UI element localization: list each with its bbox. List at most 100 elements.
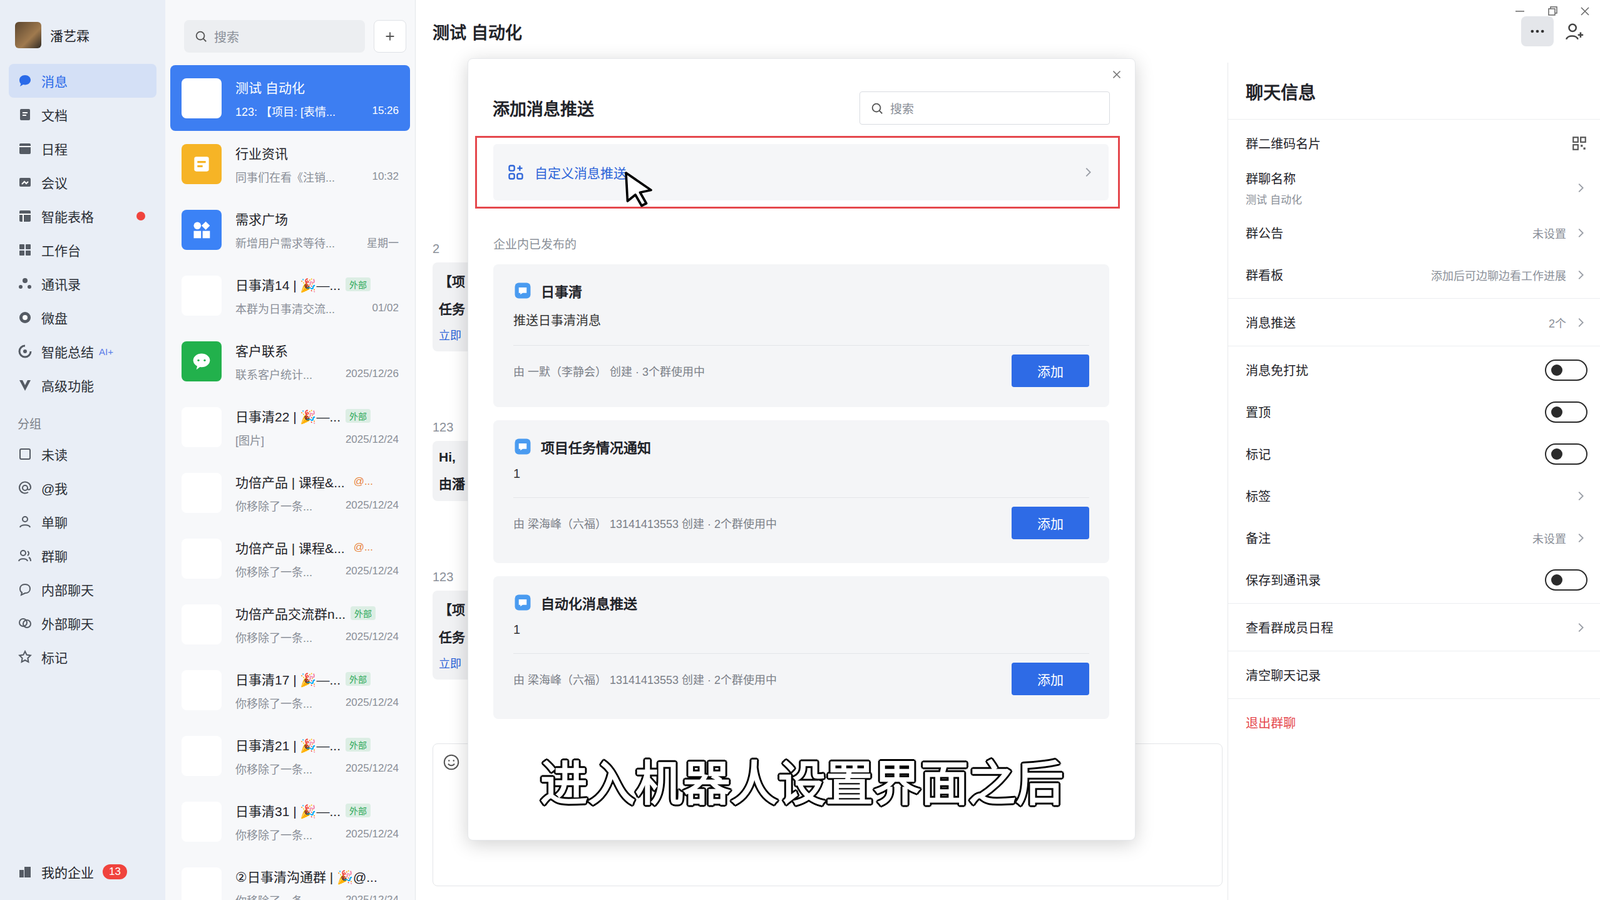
chat-name: 日事清14 | 🎉—... [235,274,341,294]
nav-item[interactable]: 消息 [8,63,157,98]
info-row[interactable]: 群看板添加后可边聊边看工作进展 [1228,253,1600,296]
info-row[interactable]: 消息推送2个 [1228,301,1600,344]
info-section: 群二维码名片群聊名称测试 自动化群公告未设置群看板添加后可边聊边看工作进展 [1228,119,1600,299]
group-title: 分组 [8,401,157,437]
chat-item[interactable]: 客户联系联系客户统计...2025/12/26 [170,328,411,394]
search-icon [870,101,884,116]
push-title: 项目任务情况通知 [540,436,652,457]
emoji-icon[interactable] [441,752,461,772]
info-row[interactable]: 置顶 [1228,390,1600,433]
video-caption: 进入机器人设置界面之后 [467,744,1136,814]
custom-push-row[interactable]: 自定义消息推送 [493,143,1109,201]
chat-item[interactable]: 功倍产品 | 课程&...@...你移除了一条...2025/12/24 [170,525,411,591]
nav-item[interactable]: 智能总结AI+ [8,334,157,369]
enterprise[interactable]: 我的企业13 [8,856,157,886]
chat-time: 星期一 [366,234,399,250]
info-row[interactable]: 消息免打扰 [1228,348,1600,391]
nav-item[interactable]: 日程 [8,131,157,166]
nav-item[interactable]: 会议 [8,165,157,200]
nav-item[interactable]: 微盘 [8,300,157,335]
more-button[interactable] [1521,16,1554,47]
add-button[interactable]: 添加 [1011,506,1090,539]
chat-time: 10:32 [371,170,399,183]
info-label: 清空聊天记录 [1245,665,1321,684]
info-row[interactable]: 清空聊天记录 [1228,653,1600,696]
nav-label: 日程 [41,138,68,158]
sidebar: 潘艺霖消息文档日程会议智能表格工作台通讯录微盘智能总结AI+高级功能分组未读@我… [0,0,166,900]
group-label: 标记 [41,647,68,667]
group-item[interactable]: 外部聊天 [8,605,157,640]
nav-item[interactable]: 工作台 [8,232,157,267]
chat-time: 15:26 [371,104,399,118]
info-row[interactable]: 群二维码名片 [1228,122,1600,165]
nav-icon [17,107,33,123]
nav-label: 消息 [41,71,68,91]
info-row[interactable]: 保存到通讯录 [1228,558,1600,601]
chat-item[interactable]: 功倍产品 | 课程&...@...你移除了一条...2025/12/24 [170,459,411,526]
toggle[interactable] [1544,359,1588,381]
add-member-icon[interactable] [1563,20,1585,42]
chat-item[interactable]: 需求广场新增用户需求等待...星期一 [170,196,411,263]
chat-item[interactable]: 日事清14 | 🎉—...外部本群为日事清交流...01/02 [170,262,411,329]
chat-item[interactable]: 日事清21 | 🎉—...外部你移除了一条...2025/12/24 [170,722,411,789]
chat-item[interactable]: 功倍产品交流群n...外部你移除了一条...2025/12/24 [170,590,411,657]
info-row[interactable]: 群聊名称测试 自动化 [1228,164,1600,212]
group-item[interactable]: 标记 [8,639,157,674]
group-icon [17,513,33,529]
info-row[interactable]: 退出群聊 [1228,701,1600,744]
info-row[interactable]: 查看群成员日程 [1228,605,1600,648]
user-avatar [15,21,42,49]
nav-label: 智能总结 [41,341,94,361]
group-item[interactable]: 群聊 [8,538,157,573]
info-row[interactable]: 标记 [1228,432,1600,475]
push-meta: 由 一默（李静会） 创建 · 3个群使用中 [513,362,705,379]
info-row[interactable]: 标签 [1228,474,1600,517]
group-item[interactable]: 内部聊天 [8,572,157,606]
group-item[interactable]: @我 [8,470,157,505]
chat-item[interactable]: 日事清31 | 🎉—...外部你移除了一条...2025/12/24 [170,788,411,854]
toggle-knob [1551,364,1563,376]
nav-label: 会议 [41,172,68,192]
nav-item[interactable]: 文档 [8,97,157,132]
chat-item[interactable]: ②日事清沟通群 | 🎉@...你移除了一条...2025/12/24 [170,853,411,900]
toggle[interactable] [1544,401,1588,423]
user-profile[interactable]: 潘艺霖 [8,18,157,52]
close-icon[interactable] [1109,67,1124,82]
toggle[interactable] [1544,443,1588,465]
highlight-box: 自定义消息推送 [475,135,1120,209]
dialog-title: 添加消息推送 [492,95,595,121]
add-button[interactable]: 添加 [1011,354,1090,387]
push-desc: 1 [513,622,1090,637]
group-icon [17,446,33,462]
info-value: 添加后可边聊边看工作进展 [1430,266,1567,283]
nav-item[interactable]: 高级功能 [8,368,157,402]
toggle[interactable] [1544,569,1588,591]
chat-search[interactable]: 搜索 [184,20,365,53]
nav-item[interactable]: 智能表格 [8,199,157,233]
nav-item[interactable]: 通讯录 [8,266,157,301]
chat-avatar [181,866,222,900]
close-window-icon[interactable] [1577,3,1593,19]
chat-item[interactable]: 日事清22 | 🎉—...外部[图片]2025/12/24 [170,393,411,460]
window-controls [1512,3,1593,19]
chevron-icon [1081,165,1095,180]
dialog-search[interactable]: 搜索 [859,91,1110,125]
chat-icon [189,348,215,374]
push-meta: 由 梁海峰（六福） 13141413553 创建 · 2个群使用中 [513,670,777,687]
minimize-icon[interactable] [1512,3,1528,19]
add-button[interactable]: 添加 [1011,662,1090,695]
info-row[interactable]: 群公告未设置 [1228,211,1600,254]
info-row[interactable]: 备注未设置 [1228,516,1600,559]
group-item[interactable]: 单聊 [8,504,157,539]
group-item[interactable]: 未读 [8,436,157,471]
chat-item[interactable]: 测试 自动化123: 【项目: [表情...15:26 [170,65,411,131]
chat-avatar [181,275,222,316]
chat-name: 测试 自动化 [235,77,305,97]
chat-item[interactable]: 日事清17 | 🎉—...外部你移除了一条...2025/12/24 [170,656,411,723]
chat-item[interactable]: 行业资讯同事们在看《注销...10:32 [170,130,411,197]
add-button[interactable] [373,20,407,53]
chat-list: 搜索测试 自动化123: 【项目: [表情...15:26行业资讯同事们在看《注… [165,0,416,900]
toggle-knob [1551,448,1563,460]
restore-icon[interactable] [1544,3,1560,19]
info-section: 消息推送2个 [1228,298,1600,347]
